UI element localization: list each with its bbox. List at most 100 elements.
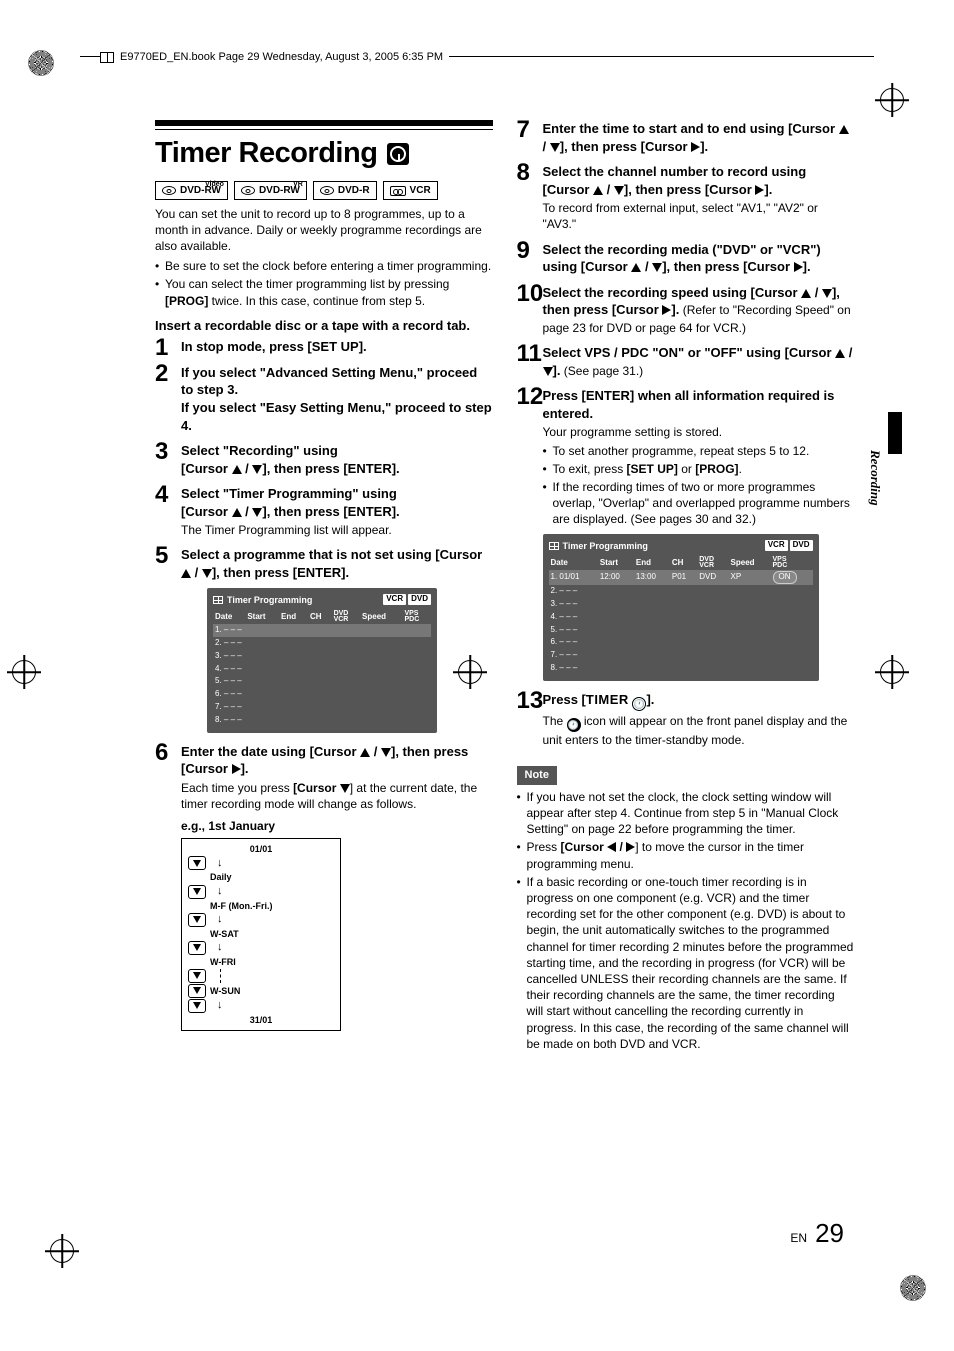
- format-dvd-rw-vr: DVD-RW VR: [234, 181, 307, 200]
- page-number: 29: [815, 1216, 844, 1251]
- list-item: 7. – – –: [549, 649, 813, 662]
- list-item: 8. – – –: [549, 662, 813, 675]
- registration-radial: [900, 1275, 926, 1301]
- disc-icon: [320, 186, 334, 195]
- right-column: 7 Enter the time to start and to end usi…: [517, 120, 855, 1231]
- page-title: Timer Recording: [155, 134, 493, 173]
- step-12-bullet: If the recording times of two or more pr…: [543, 479, 855, 528]
- step-5: 5 Select a programme that is not set usi…: [155, 546, 493, 732]
- list-item: 4. – – –: [549, 611, 813, 624]
- format-badges: DVD-RW Video DVD-RW VR DVD-R VCR: [155, 181, 493, 200]
- lead-instruction: Insert a recordable disc or a tape with …: [155, 317, 493, 335]
- cursor-up-icon: [360, 748, 370, 757]
- grid-icon: [213, 596, 223, 604]
- dvd-badge: DVD: [408, 594, 431, 605]
- note-bullet: If you have not set the clock, the clock…: [517, 789, 855, 838]
- intro-bullet: You can select the timer programming lis…: [155, 276, 493, 308]
- cursor-down-icon: [822, 289, 832, 298]
- down-button-icon: [188, 913, 206, 927]
- registration-radial: [28, 50, 54, 76]
- cursor-down-icon: [614, 186, 624, 195]
- cursor-up-icon: [631, 263, 641, 272]
- title-rule: [155, 120, 493, 130]
- timer-indicator-icon: 🕐: [567, 718, 581, 732]
- book-icon: [100, 52, 114, 63]
- vcr-badge: VCR: [765, 540, 788, 551]
- left-column: Timer Recording DVD-RW Video DVD-RW VR D…: [155, 120, 493, 1231]
- cursor-right-icon: [794, 262, 803, 272]
- note-bullet: If a basic recording or one-touch timer …: [517, 874, 855, 1052]
- step-10: 10 Select the recording speed using [Cur…: [517, 284, 855, 337]
- cursor-up-icon: [232, 508, 242, 517]
- list-item: 2. – – –: [549, 585, 813, 598]
- intro-paragraph: You can set the unit to record up to 8 p…: [155, 206, 493, 255]
- cursor-left-icon: [607, 842, 616, 852]
- list-item: 3. – – –: [213, 650, 431, 663]
- cursor-up-icon: [801, 289, 811, 298]
- step-3: 3 Select "Recording" using [Cursor / ], …: [155, 442, 493, 477]
- list-item: 8. – – –: [213, 714, 431, 727]
- step-12: 12 Press [ENTER] when all information re…: [517, 387, 855, 680]
- down-button-icon: [188, 984, 206, 998]
- down-button-icon: [188, 856, 206, 870]
- note-label: Note: [517, 766, 557, 785]
- down-button-icon: [188, 999, 206, 1013]
- page-footer: EN 29: [790, 1216, 844, 1251]
- cursor-down-icon: [202, 569, 212, 578]
- example-label: e.g., 1st January: [181, 818, 493, 834]
- step-1: 1 In stop mode, press [SET UP].: [155, 338, 493, 356]
- step-12-bullet: To exit, press [SET UP] or [PROG].: [543, 461, 855, 477]
- list-item: 2. – – –: [213, 637, 431, 650]
- step-13: 13 Press [TIMER 🕐]. The 🕐 icon will appe…: [517, 691, 855, 748]
- step-11: 11 Select VPS / PDC "ON" or "OFF" using …: [517, 344, 855, 379]
- format-vcr: VCR: [383, 181, 438, 200]
- step-2: 2 If you select "Advanced Setting Menu,"…: [155, 364, 493, 434]
- cursor-up-icon: [839, 125, 849, 134]
- grid-icon: [549, 542, 559, 550]
- disc-icon: [241, 186, 255, 195]
- step-8: 8 Select the channel number to record us…: [517, 163, 855, 232]
- cursor-right-icon: [626, 842, 635, 852]
- registration-mark: [50, 1239, 74, 1263]
- osd-timer-list-empty: Timer Programming VCR DVD Date Start End…: [207, 588, 437, 733]
- cursor-down-icon: [550, 143, 560, 152]
- list-item: 5. – – –: [213, 675, 431, 688]
- intro-bullet: Be sure to set the clock before entering…: [155, 258, 493, 274]
- step-6: 6 Enter the date using [Cursor / ], then…: [155, 743, 493, 1032]
- list-item: 1. – – –: [213, 624, 431, 637]
- cursor-up-icon: [181, 569, 191, 578]
- section-tab: Recording: [866, 450, 884, 506]
- cursor-up-icon: [593, 186, 603, 195]
- cursor-up-icon: [232, 465, 242, 474]
- down-button-icon: [188, 885, 206, 899]
- timer-icon: [387, 143, 409, 165]
- osd-timer-list-filled: Timer Programming VCR DVD Date Start End…: [543, 534, 819, 681]
- list-item: 4. – – –: [213, 663, 431, 676]
- cursor-down-icon: [381, 748, 391, 757]
- step-4: 4 Select "Timer Programming" using [Curs…: [155, 485, 493, 538]
- tape-icon: [390, 186, 406, 196]
- registration-mark: [880, 88, 904, 112]
- step-9: 9 Select the recording media ("DVD" or "…: [517, 241, 855, 276]
- note-bullet: Press [Cursor / ] to move the cursor in …: [517, 839, 855, 871]
- list-item: 6. – – –: [213, 688, 431, 701]
- list-item: 5. – – –: [549, 624, 813, 637]
- cursor-right-icon: [232, 764, 241, 774]
- step-7: 7 Enter the time to start and to end usi…: [517, 120, 855, 155]
- doc-header: E9770ED_EN.book Page 29 Wednesday, Augus…: [100, 50, 449, 65]
- cursor-down-icon: [340, 784, 350, 793]
- down-button-icon: [188, 969, 206, 983]
- format-dvd-r: DVD-R: [313, 181, 377, 200]
- dvd-badge: DVD: [790, 540, 813, 551]
- down-button-icon: [188, 941, 206, 955]
- cursor-down-icon: [252, 465, 262, 474]
- timer-clock-icon: 🕐: [632, 697, 646, 711]
- date-mode-flowchart: 01/01 ↓ Daily ↓ M-F (Mon.-Fri.) ↓ W-SAT …: [181, 838, 341, 1031]
- list-item: 7. – – –: [213, 701, 431, 714]
- registration-mark: [880, 660, 904, 684]
- list-item: 6. – – –: [549, 636, 813, 649]
- cursor-down-icon: [543, 367, 553, 376]
- header-filename: E9770ED_EN.book Page 29 Wednesday, Augus…: [120, 50, 443, 65]
- vcr-badge: VCR: [383, 594, 406, 605]
- cursor-up-icon: [835, 349, 845, 358]
